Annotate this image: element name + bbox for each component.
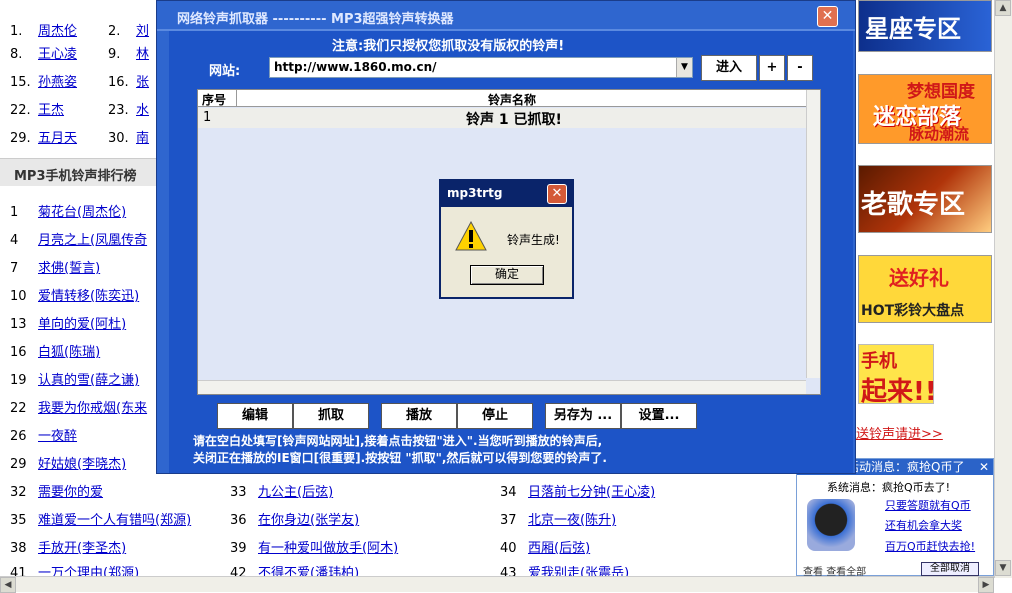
save-as-button[interactable]: 另存为 ... — [545, 403, 621, 429]
ringtone-item[interactable]: 4 月亮之上(凤凰传奇 — [10, 229, 147, 248]
ringtone-item[interactable]: 40 西厢(后弦) — [500, 537, 590, 556]
ringtone-item[interactable]: 22 我要为你戒烟(东来 — [10, 397, 147, 416]
notice-link[interactable]: 还有机会拿大奖 — [885, 517, 962, 533]
zoom-out-button[interactable]: - — [787, 55, 813, 81]
ringtone-item[interactable]: 33 九公主(后弦) — [230, 481, 333, 500]
vertical-scrollbar[interactable]: ▲ ▼ — [994, 0, 1012, 578]
scroll-down-icon[interactable]: ▼ — [995, 560, 1011, 576]
rank-item[interactable]: 16. 张 — [108, 71, 149, 90]
list-header: 序号 铃声名称 — [198, 90, 806, 107]
rank-item[interactable]: 8. 王心凌 — [10, 43, 77, 62]
notice-link[interactable]: 只要答题就有Q币 — [885, 497, 971, 513]
ringtone-item[interactable]: 19 认真的雪(薛之谦) — [10, 369, 139, 388]
copyright-notice: 注意:我们只授权您抓取没有版权的铃声! — [332, 39, 565, 54]
ringtone-chart-header: MP3手机铃声排行榜 — [0, 158, 158, 186]
window-titlebar[interactable]: 网络铃声抓取器 ---------- MP3超强铃声转换器 ✕ — [157, 1, 855, 31]
horoscope-banner[interactable]: 星座专区 — [858, 0, 992, 52]
column-name[interactable]: 铃声名称 — [488, 91, 536, 108]
row-ringtone-name: 铃声 1 已抓取! — [466, 112, 562, 128]
ok-button[interactable]: 确定 — [470, 265, 544, 285]
message-text: 铃声生成! — [507, 233, 560, 247]
column-number[interactable]: 序号 — [202, 91, 226, 108]
message-titlebar[interactable]: mp3trtg ✕ — [441, 181, 572, 207]
ringtone-item[interactable]: 34 日落前七分钟(王心凌) — [500, 481, 655, 500]
instructions: 请在空白处填写[铃声网站网址],接着点击按钮"进入".当您听到播放的铃声后, 关… — [193, 433, 607, 467]
close-icon[interactable]: ✕ — [817, 6, 838, 27]
ringtone-item[interactable]: 39 有一种爱叫做放手(阿木) — [230, 537, 398, 556]
message-title: mp3trtg — [447, 186, 503, 200]
message-box: mp3trtg ✕ 铃声生成! 确定 — [439, 179, 574, 299]
section-title: MP3手机铃声排行榜 — [14, 169, 137, 184]
phone-banner[interactable]: 手机 起来!! — [858, 344, 937, 407]
warning-icon — [455, 221, 487, 251]
horizontal-scrollbar[interactable]: ◀ ▶ — [0, 576, 994, 593]
zoom-in-button[interactable]: + — [759, 55, 785, 81]
ringtone-item[interactable]: 38 手放开(李圣杰) — [10, 537, 126, 556]
list-horizontal-scrollbar[interactable] — [198, 380, 806, 394]
rank-item[interactable]: 23. 水 — [108, 99, 149, 118]
rank-item[interactable]: 9. 林 — [108, 43, 149, 62]
dropdown-arrow-icon[interactable]: ▼ — [676, 58, 692, 77]
close-icon[interactable]: ✕ — [979, 459, 989, 475]
ringtone-item[interactable]: 10 爱情转移(陈奕迅) — [10, 285, 139, 304]
ringtone-item[interactable]: 26 一夜醉 — [10, 425, 77, 444]
ringtone-item[interactable]: 13 单向的爱(阿杜) — [10, 313, 126, 332]
site-label: 网站: — [209, 64, 241, 79]
ringtone-item[interactable]: 29 好姑娘(李晓杰) — [10, 453, 126, 472]
row-number: 1 — [203, 110, 212, 125]
dream-banner[interactable]: 梦想国度 迷恋部落 脉动潮流 — [858, 74, 992, 144]
instruction-line: 关闭正在播放的IE窗口[很重要].按按钮 "抓取",然后就可以得到您要的铃声了. — [193, 451, 607, 465]
oldies-banner[interactable]: 老歌专区 — [858, 165, 992, 233]
settings-button[interactable]: 设置... — [621, 403, 697, 429]
notice-link[interactable]: 百万Q币赶快去抢! — [885, 538, 975, 554]
scroll-left-icon[interactable]: ◀ — [0, 577, 16, 593]
instruction-line: 请在空白处填写[铃声网站网址],接着点击按钮"进入".当您听到播放的铃声后, — [193, 434, 603, 448]
rank-item[interactable]: 30. 南 — [108, 127, 149, 146]
ringtone-item[interactable]: 32 需要你的爱 — [10, 481, 103, 500]
stop-button[interactable]: 停止 — [457, 403, 533, 429]
window-title: 网络铃声抓取器 ---------- MP3超强铃声转换器 — [177, 12, 454, 27]
ringtone-item[interactable]: 7 求佛(誓言) — [10, 257, 100, 276]
ringtone-item[interactable]: 37 北京一夜(陈升) — [500, 509, 616, 528]
gift-banner[interactable]: 送好礼 HOT彩铃大盘点 — [858, 255, 992, 323]
close-icon[interactable]: ✕ — [547, 184, 567, 204]
cancel-all-button[interactable]: 全部取消 — [921, 562, 979, 576]
enter-button[interactable]: 进入 — [701, 55, 757, 81]
grab-button[interactable]: 抓取 — [293, 403, 369, 429]
rank-item[interactable]: 2. 刘 — [108, 20, 149, 39]
rank-item[interactable]: 22. 王杰 — [10, 99, 64, 118]
ringtone-item[interactable]: 16 白狐(陈瑞) — [10, 341, 100, 360]
rank-item[interactable]: 1. 周杰伦 — [10, 20, 77, 39]
site-url-combobox[interactable]: http://www.1860.mo.cn/ — [269, 57, 693, 78]
notice-line: 系统消息：疯抢Q币去了! — [827, 481, 951, 494]
rank-item[interactable]: 29. 五月天 — [10, 127, 77, 146]
activity-notice: 活动消息：疯抢Q币了 ✕ 系统消息：疯抢Q币去了! 只要答题就有Q币 还有机会拿大… — [796, 458, 994, 578]
send-ringtone-link[interactable]: 送铃声请进>> — [856, 423, 943, 442]
scroll-up-icon[interactable]: ▲ — [995, 0, 1011, 16]
qq-penguin-icon — [807, 499, 855, 551]
edit-button[interactable]: 编辑 — [217, 403, 293, 429]
scroll-right-icon[interactable]: ▶ — [978, 577, 994, 593]
rank-item[interactable]: 15. 孙燕姿 — [10, 71, 77, 90]
ringtone-item[interactable]: 1 菊花台(周杰伦) — [10, 201, 126, 220]
list-row[interactable]: 1 铃声 1 已抓取! — [198, 108, 806, 128]
ringtone-item[interactable]: 35 难道爱一个人有错吗(郑源) — [10, 509, 191, 528]
play-button[interactable]: 播放 — [381, 403, 457, 429]
list-vertical-scrollbar[interactable] — [806, 90, 820, 378]
ringtone-item[interactable]: 36 在你身边(张学友) — [230, 509, 359, 528]
